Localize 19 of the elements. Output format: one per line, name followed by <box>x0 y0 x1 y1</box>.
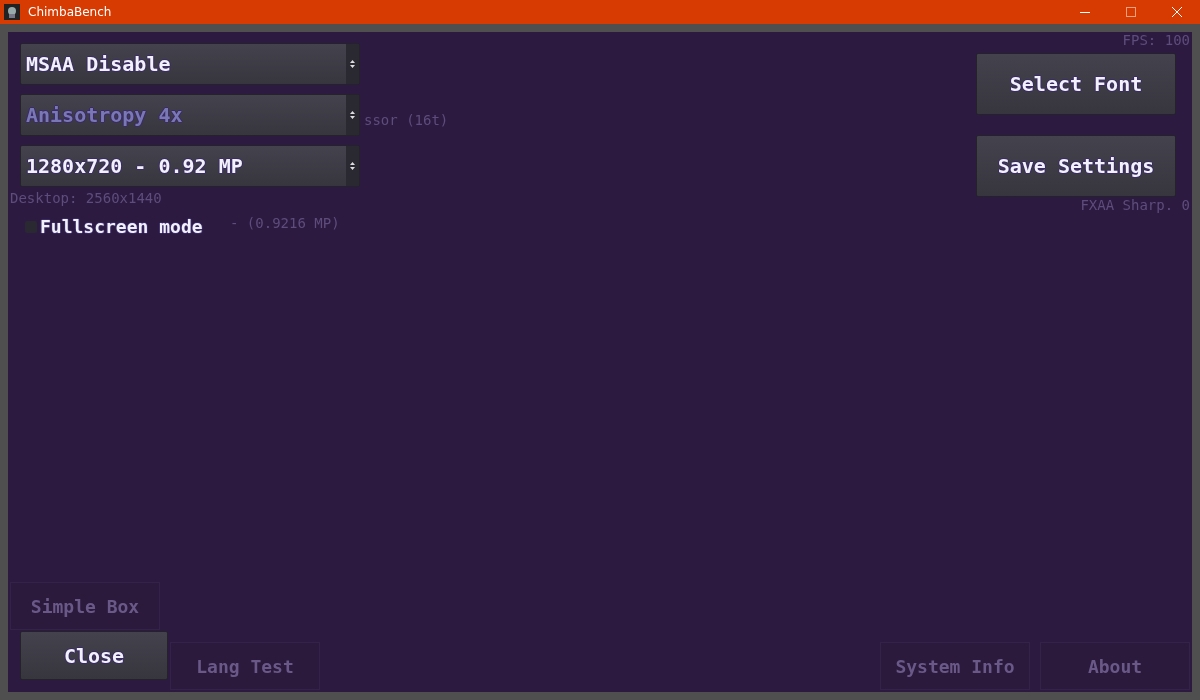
app-icon <box>4 4 20 20</box>
minimize-icon <box>1080 11 1090 13</box>
overlay-text: FPS: 100 <box>1122 32 1190 48</box>
window-title: ChimbaBench <box>28 4 112 21</box>
action-button[interactable]: Save Settings <box>976 135 1176 197</box>
overlay-text: - (0.9216 MP) <box>230 215 340 231</box>
overlay-text: ssor (16t) <box>364 112 449 128</box>
updown-caret-icon <box>350 60 355 68</box>
close-button[interactable]: Close <box>20 631 168 680</box>
updown-caret-icon <box>350 162 355 170</box>
dropdown[interactable]: MSAA Disable <box>20 43 360 85</box>
maximize-icon <box>1126 7 1136 17</box>
close-icon <box>1172 7 1182 17</box>
checkbox-label: Fullscreen mode <box>40 216 203 238</box>
action-button[interactable]: Select Font <box>976 53 1176 115</box>
dropdown[interactable]: 1280x720 - 0.92 MP <box>20 145 360 187</box>
overlay-text: FXAA Sharp. 0 <box>1080 197 1190 213</box>
overlay-text: Desktop: 2560x1440 <box>10 190 162 206</box>
updown-caret-icon <box>350 111 355 119</box>
